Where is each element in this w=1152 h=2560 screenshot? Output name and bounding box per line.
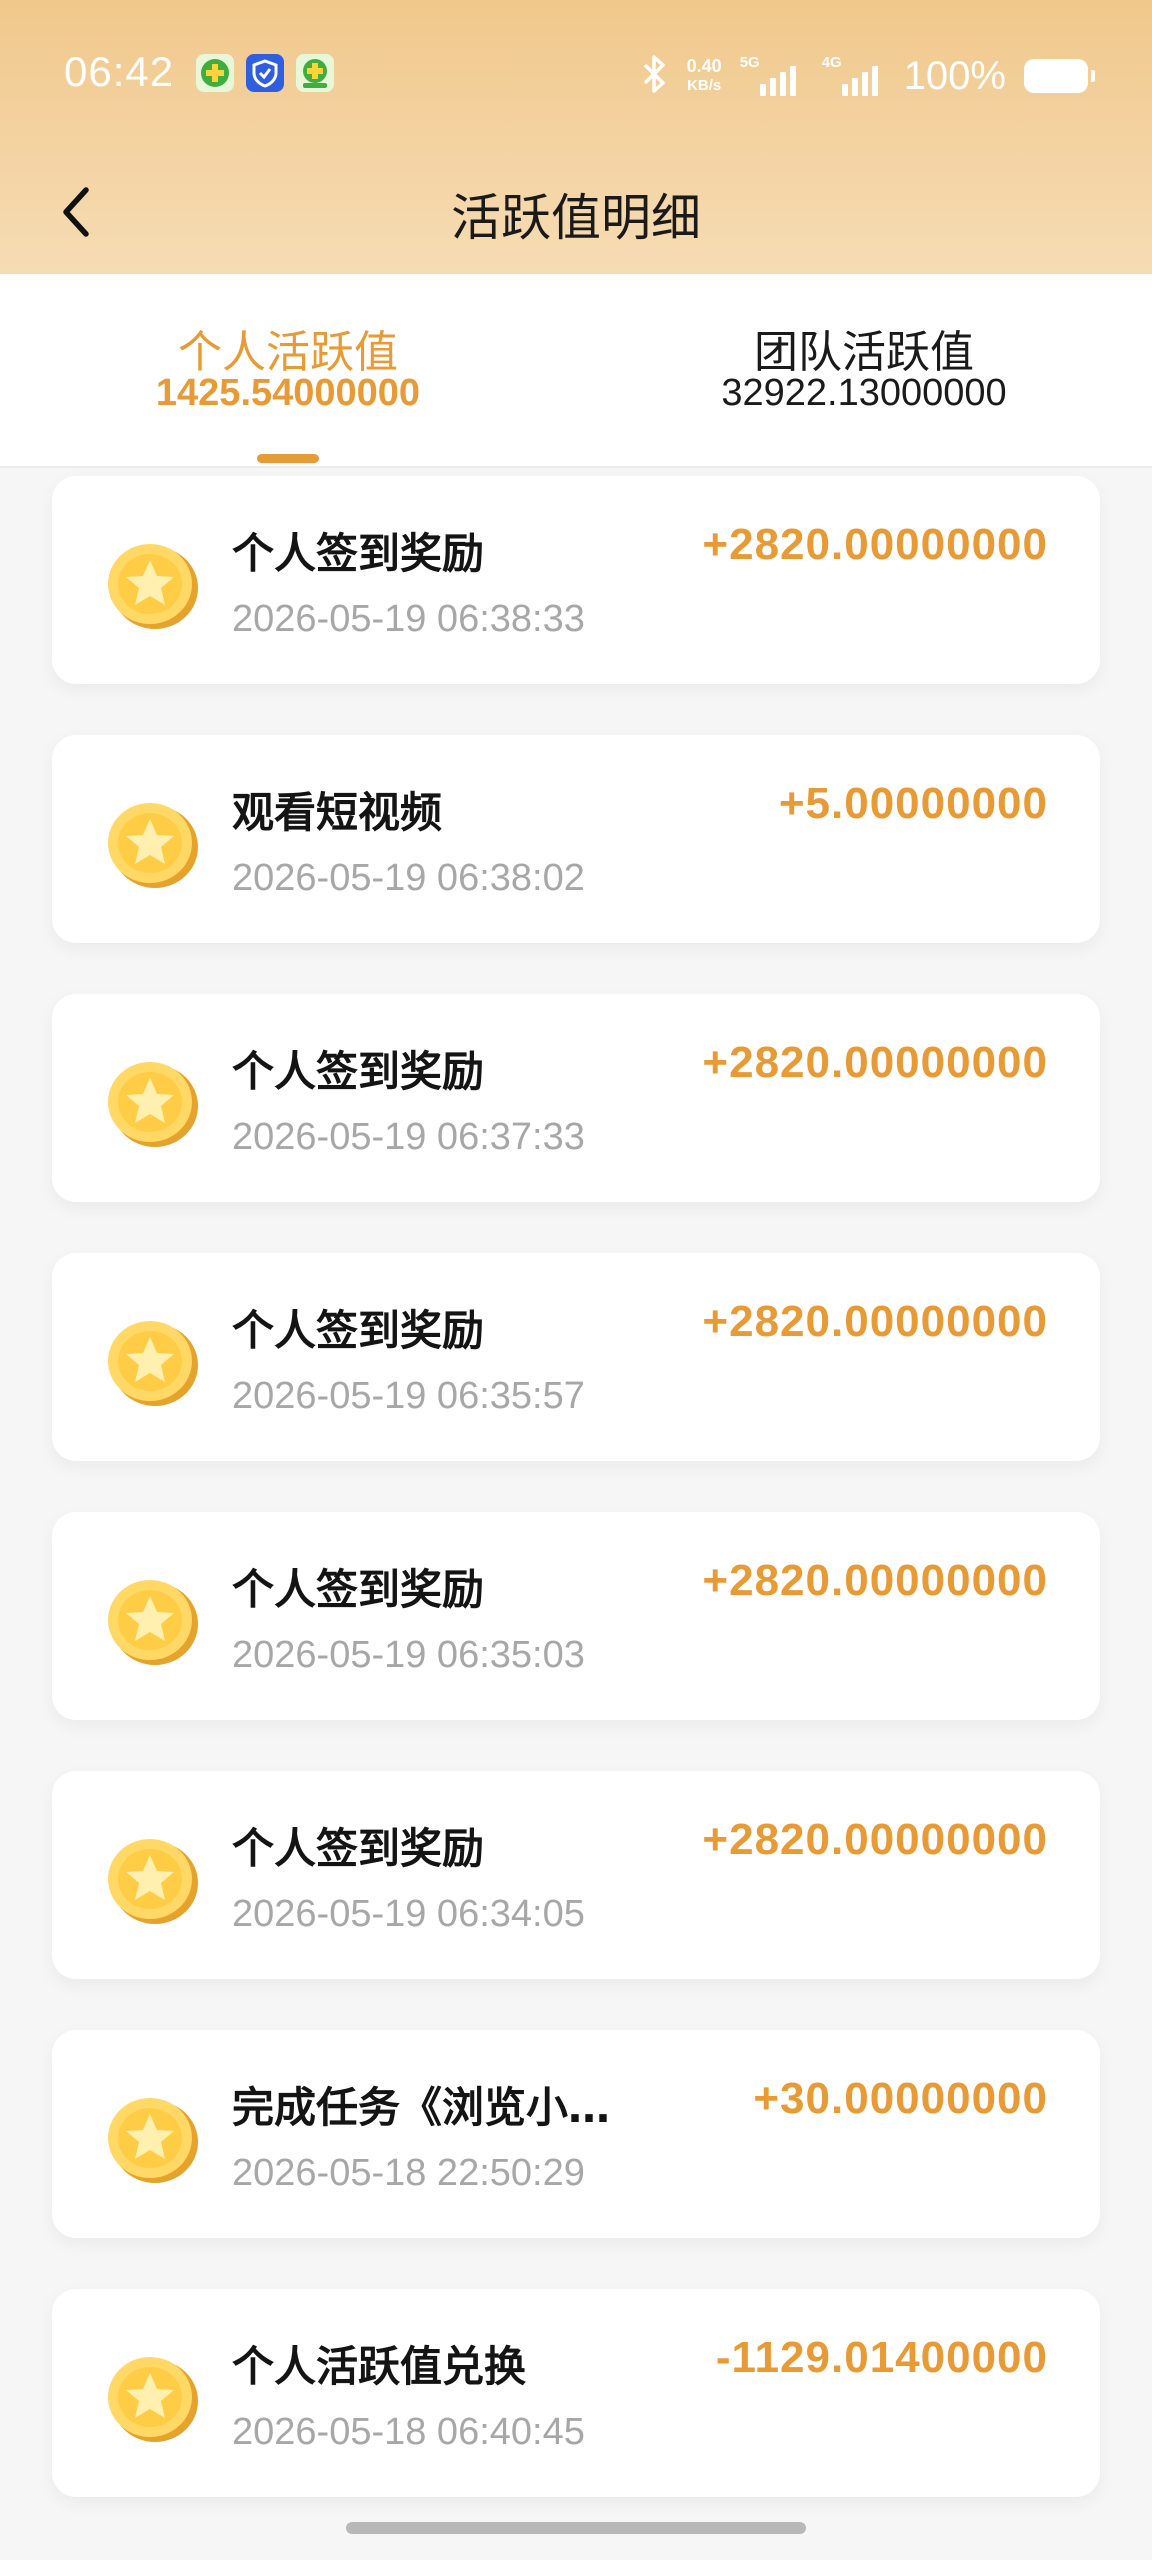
record-title: 观看短视频 <box>232 788 443 837</box>
record-title: 个人签到奖励 <box>232 1824 485 1873</box>
record-amount: -1129.01400000 <box>715 2333 1048 2382</box>
record-time: 2026-05-18 06:40:45 <box>232 2411 585 2453</box>
green-app-notification-icon <box>196 54 234 92</box>
record-amount: +2820.00000000 <box>702 520 1048 569</box>
record-item[interactable]: 个人活跃值兑换 2026-05-18 06:40:45 -1129.014000… <box>52 2289 1100 2497</box>
tab-bar: 个人活跃值 1425.54000000 团队活跃值 32922.13000000 <box>0 274 1152 468</box>
status-indicators: 0.40 KB/s 5G 4G 100% <box>639 48 1095 104</box>
signal-4g-icon: 4G <box>822 54 886 98</box>
bluetooth-icon <box>639 53 669 99</box>
record-time: 2026-05-19 06:34:05 <box>232 1893 585 1935</box>
record-item[interactable]: 个人签到奖励 2026-05-19 06:37:33 +2820.0000000… <box>52 994 1100 1202</box>
title-bar: 活跃值明细 <box>0 150 1152 274</box>
active-tab-indicator <box>257 454 319 463</box>
tab-team-activity[interactable]: 团队活跃值 32922.13000000 <box>576 274 1152 466</box>
record-item[interactable]: 个人签到奖励 2026-05-19 06:34:05 +2820.0000000… <box>52 1771 1100 1979</box>
network-speed-unit: KB/s <box>687 77 722 94</box>
green-app-notification-icon-2 <box>296 54 334 92</box>
gold-coin-star-icon <box>108 2357 198 2442</box>
gold-coin-star-icon <box>108 1839 198 1924</box>
record-list: 个人签到奖励 2026-05-19 06:38:33 +2820.0000000… <box>0 468 1152 2560</box>
record-amount: +2820.00000000 <box>702 1815 1048 1864</box>
record-time: 2026-05-19 06:35:57 <box>232 1375 585 1417</box>
record-time: 2026-05-19 06:38:02 <box>232 857 585 899</box>
tab-value: 32922.13000000 <box>721 372 1007 414</box>
signal-5g-icon: 5G <box>740 54 804 98</box>
record-time: 2026-05-18 22:50:29 <box>232 2152 585 2194</box>
tab-label: 团队活跃值 <box>754 327 974 378</box>
status-time: 06:42 <box>64 48 175 95</box>
gold-coin-star-icon <box>108 1062 198 1147</box>
page-title: 活跃值明细 <box>451 189 701 247</box>
battery-percent: 100% <box>903 53 1006 98</box>
record-time: 2026-05-19 06:38:33 <box>232 598 585 640</box>
tab-label: 个人活跃值 <box>178 327 398 378</box>
network-speed-value: 0.40 <box>686 56 722 76</box>
home-indicator[interactable] <box>346 2522 806 2534</box>
signal-4g-label: 4G <box>821 54 842 71</box>
record-item[interactable]: 完成任务《浏览小… 2026-05-18 22:50:29 +30.000000… <box>52 2030 1100 2238</box>
status-bar: 06:42 0.40 KB/s 5G 4G 100% <box>0 0 1152 150</box>
header: 06:42 0.40 KB/s 5G 4G 100% 活跃值明细 <box>0 0 1152 274</box>
record-amount: +2820.00000000 <box>702 1297 1048 1346</box>
record-amount: +30.00000000 <box>753 2074 1048 2123</box>
network-speed: 0.40 KB/s <box>687 56 722 96</box>
record-time: 2026-05-19 06:35:03 <box>232 1634 585 1676</box>
record-title: 个人活跃值兑换 <box>232 2342 527 2391</box>
gold-coin-star-icon <box>108 2098 198 2183</box>
record-title: 个人签到奖励 <box>232 1306 485 1355</box>
record-item[interactable]: 个人签到奖励 2026-05-19 06:35:57 +2820.0000000… <box>52 1253 1100 1461</box>
record-amount: +5.00000000 <box>778 779 1048 828</box>
tab-value: 1425.54000000 <box>155 372 421 414</box>
notification-icons <box>196 54 334 92</box>
record-title: 完成任务《浏览小… <box>232 2083 611 2132</box>
gold-coin-star-icon <box>108 1580 198 1665</box>
record-amount: +2820.00000000 <box>702 1038 1048 1087</box>
signal-5g-label: 5G <box>739 54 760 71</box>
record-title: 个人签到奖励 <box>232 1047 485 1096</box>
record-item[interactable]: 个人签到奖励 2026-05-19 06:35:03 +2820.0000000… <box>52 1512 1100 1720</box>
shield-app-notification-icon <box>246 54 284 92</box>
gold-coin-star-icon <box>108 1321 198 1406</box>
record-time: 2026-05-19 06:37:33 <box>232 1116 585 1158</box>
tab-personal-activity[interactable]: 个人活跃值 1425.54000000 <box>0 274 576 466</box>
record-item[interactable]: 个人签到奖励 2026-05-19 06:38:33 +2820.0000000… <box>52 476 1100 684</box>
record-title: 个人签到奖励 <box>232 1565 485 1614</box>
gold-coin-star-icon <box>108 803 198 888</box>
battery-icon <box>1024 59 1095 93</box>
record-item[interactable]: 观看短视频 2026-05-19 06:38:02 +5.00000000 <box>52 735 1100 943</box>
record-amount: +2820.00000000 <box>702 1556 1048 1605</box>
record-title: 个人签到奖励 <box>232 529 485 578</box>
gold-coin-star-icon <box>108 544 198 629</box>
